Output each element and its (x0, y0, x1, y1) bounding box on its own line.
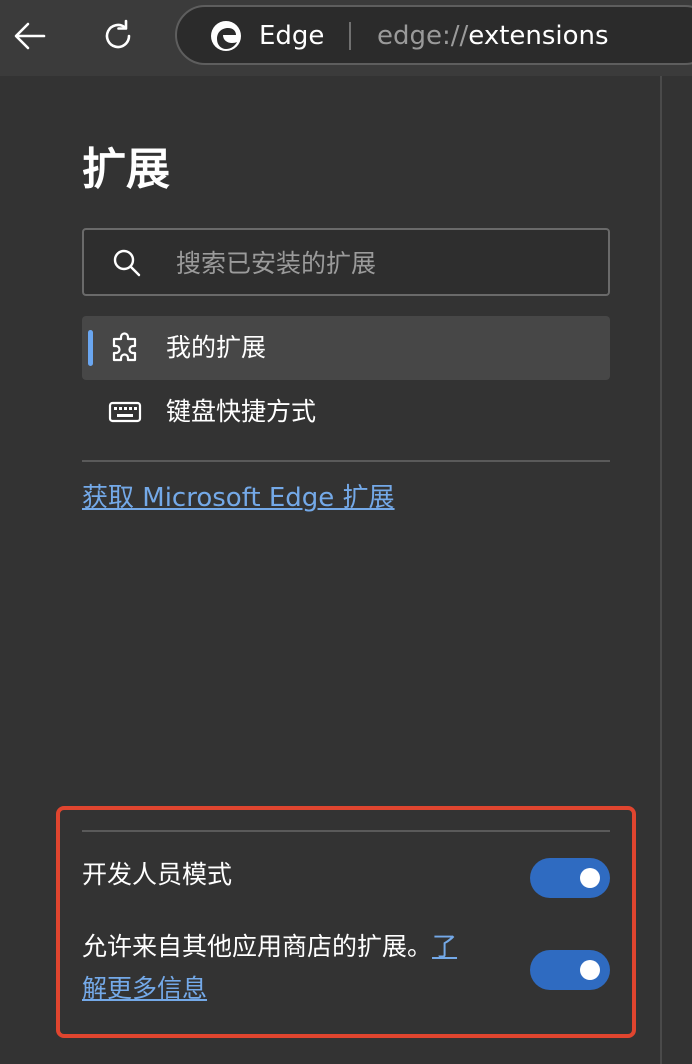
get-extensions-link[interactable]: 获取 Microsoft Edge 扩展 (82, 480, 395, 516)
browser-toolbar: Edge edge://extensions (0, 0, 692, 76)
nav-divider (82, 460, 610, 462)
nav-item-label: 我的扩展 (166, 333, 267, 362)
other-stores-text: 允许来自其他应用商店的扩展。 (82, 932, 433, 961)
url-text[interactable]: edge://extensions (377, 21, 609, 51)
sidebar-edge (660, 76, 662, 1064)
settings-divider (82, 830, 610, 832)
toggle-knob (580, 960, 600, 980)
other-stores-label: 允许来自其他应用商店的扩展。了解更多信息 (82, 926, 512, 1010)
address-divider (349, 22, 351, 50)
nav-item-label: 键盘快捷方式 (166, 397, 317, 426)
puzzle-icon (112, 332, 137, 362)
keyboard-icon (108, 401, 142, 423)
search-box[interactable] (82, 228, 610, 296)
browser-brand-label: Edge (259, 21, 325, 51)
developer-mode-label: 开发人员模式 (82, 860, 233, 889)
reload-button[interactable] (96, 14, 140, 58)
nav-item-my-extensions[interactable]: 我的扩展 (82, 316, 610, 380)
back-button[interactable] (8, 14, 52, 58)
back-arrow-icon (14, 22, 46, 50)
learn-more-link-continued[interactable]: 解更多信息 (82, 974, 207, 1003)
url-scheme: edge:// (377, 21, 469, 51)
developer-mode-toggle[interactable] (530, 858, 610, 898)
page-title: 扩展 (82, 144, 170, 195)
address-bar[interactable]: Edge edge://extensions (175, 5, 692, 65)
nav-item-keyboard-shortcuts[interactable]: 键盘快捷方式 (82, 380, 610, 444)
reload-icon (105, 19, 131, 49)
search-input[interactable] (174, 238, 598, 288)
edge-logo-icon (211, 21, 241, 51)
other-stores-toggle[interactable] (530, 950, 610, 990)
active-indicator (88, 330, 93, 366)
search-icon (113, 249, 141, 277)
url-path: extensions (468, 21, 609, 51)
toggle-knob (580, 868, 600, 888)
learn-more-link[interactable]: 了 (432, 932, 457, 961)
